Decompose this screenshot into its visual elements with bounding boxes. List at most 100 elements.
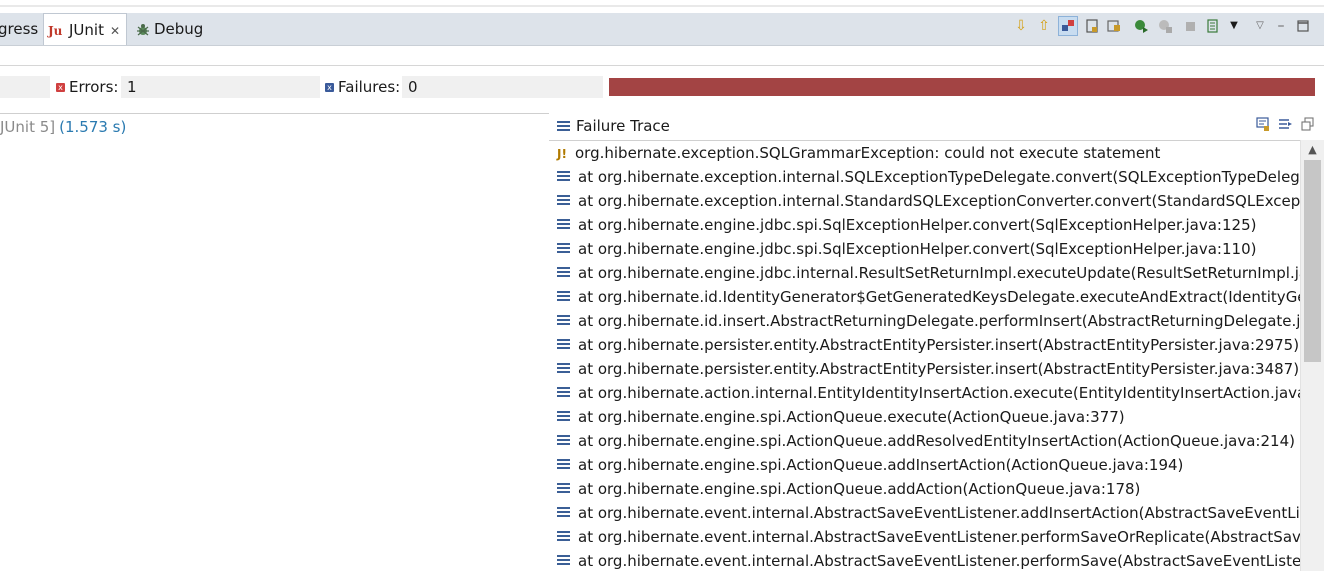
stack-frame-icon bbox=[557, 483, 570, 494]
rerun-icon[interactable] bbox=[1131, 16, 1151, 36]
stack-frame-icon bbox=[557, 507, 570, 518]
stack-frame-icon bbox=[557, 315, 570, 326]
compare-result-icon[interactable] bbox=[1254, 116, 1272, 134]
stack-frame-row[interactable]: at org.hibernate.engine.jdbc.spi.SqlExce… bbox=[549, 237, 1256, 261]
minimize-icon[interactable]: – bbox=[1271, 16, 1291, 36]
tab-junit-label: JUnit bbox=[69, 21, 104, 39]
failure-trace-list[interactable]: J! org.hibernate.exception.SQLGrammarExce… bbox=[549, 140, 1300, 572]
stack-frame-row[interactable]: at org.hibernate.event.internal.Abstract… bbox=[549, 525, 1300, 549]
tab-progress-label: gress bbox=[0, 20, 39, 38]
stack-frame-text: at org.hibernate.persister.entity.Abstra… bbox=[578, 360, 1300, 378]
stack-frame-row[interactable]: at org.hibernate.engine.spi.ActionQueue.… bbox=[549, 453, 1183, 477]
test-run-time: (1.573 s) bbox=[59, 118, 127, 136]
errors-count: 1 bbox=[121, 76, 320, 98]
tab-progress[interactable]: gress bbox=[0, 13, 38, 45]
stack-frame-icon bbox=[557, 171, 570, 182]
vertical-scrollbar[interactable]: ▲ bbox=[1300, 140, 1324, 571]
exception-icon: J! bbox=[557, 146, 567, 161]
top-divider bbox=[0, 5, 1324, 7]
tab-debug-label: Debug bbox=[154, 20, 204, 38]
stack-frame-text: at org.hibernate.id.insert.AbstractRetur… bbox=[578, 312, 1300, 330]
view-tab-strip: gress Ju JUnit ✕ Debug ⇩ ⇧ ▼ ▽ – bbox=[0, 13, 1324, 46]
stack-frame-row[interactable]: at org.hibernate.persister.entity.Abstra… bbox=[549, 357, 1299, 381]
stack-frame-row[interactable]: at org.hibernate.event.internal.Abstract… bbox=[549, 501, 1300, 525]
stack-frame-row[interactable]: at org.hibernate.engine.jdbc.spi.SqlExce… bbox=[549, 213, 1256, 237]
stack-frame-icon bbox=[557, 339, 570, 350]
stack-frame-icon bbox=[557, 555, 570, 566]
stack-frame-icon bbox=[557, 243, 570, 254]
stack-frame-icon bbox=[557, 387, 570, 398]
test-counters: x Errors: 1 x Failures: 0 bbox=[0, 76, 1324, 98]
maximize-icon[interactable] bbox=[1293, 16, 1313, 36]
stack-frame-icon bbox=[557, 459, 570, 470]
stack-frame-row[interactable]: at org.hibernate.action.internal.EntityI… bbox=[549, 381, 1300, 405]
stack-frame-row[interactable]: at org.hibernate.id.IdentityGenerator$Ge… bbox=[549, 285, 1300, 309]
stack-frame-text: at org.hibernate.event.internal.Abstract… bbox=[578, 552, 1300, 570]
test-run-name: JUnit 5] bbox=[0, 118, 56, 136]
stack-frame-row[interactable]: at org.hibernate.engine.spi.ActionQueue.… bbox=[549, 405, 1125, 429]
previous-failure-icon[interactable]: ⇧ bbox=[1034, 16, 1054, 36]
tab-junit[interactable]: Ju JUnit ✕ bbox=[43, 13, 127, 45]
chevron-down-icon[interactable]: ▼ bbox=[1224, 16, 1244, 36]
stack-frame-icon bbox=[557, 291, 570, 302]
stop-icon[interactable] bbox=[1180, 16, 1200, 36]
stack-frame-row[interactable]: at org.hibernate.exception.internal.SQLE… bbox=[549, 165, 1300, 189]
stack-frame-text: at org.hibernate.engine.jdbc.spi.SqlExce… bbox=[578, 216, 1257, 234]
stack-frame-text: at org.hibernate.persister.entity.Abstra… bbox=[578, 336, 1300, 354]
test-tree-root[interactable]: JUnit 5] (1.573 s) bbox=[0, 116, 126, 138]
view-menu-icon[interactable]: ▽ bbox=[1250, 16, 1270, 36]
scroll-up-icon[interactable]: ▲ bbox=[1301, 140, 1324, 160]
failure-trace-title: Failure Trace bbox=[576, 117, 670, 135]
filter-stack-icon[interactable] bbox=[1276, 116, 1294, 134]
show-failures-only-icon[interactable] bbox=[1058, 16, 1078, 36]
exception-row[interactable]: J! org.hibernate.exception.SQLGrammarExce… bbox=[549, 141, 1160, 165]
stack-frame-icon bbox=[557, 267, 570, 278]
stack-frame-icon bbox=[557, 531, 570, 542]
rerun-failed-first-icon[interactable] bbox=[1155, 16, 1175, 36]
bug-icon bbox=[137, 23, 149, 35]
pane-divider bbox=[0, 113, 549, 114]
scroll-thumb[interactable] bbox=[1304, 160, 1321, 362]
stack-frame-row[interactable]: at org.hibernate.event.internal.Abstract… bbox=[549, 549, 1300, 572]
stack-frame-text: at org.hibernate.engine.jdbc.internal.Re… bbox=[578, 264, 1300, 282]
failure-trace-header: Failure Trace bbox=[555, 114, 1324, 138]
stack-frame-row[interactable]: at org.hibernate.engine.spi.ActionQueue.… bbox=[549, 429, 1295, 453]
copy-trace-icon[interactable] bbox=[1299, 116, 1317, 134]
tab-debug[interactable]: Debug bbox=[131, 13, 203, 45]
progress-bar bbox=[609, 78, 1315, 96]
stack-trace-icon bbox=[557, 118, 571, 132]
stack-frame-text: at org.hibernate.event.internal.Abstract… bbox=[578, 528, 1300, 546]
stack-frame-text: at org.hibernate.engine.jdbc.spi.SqlExce… bbox=[578, 240, 1257, 258]
stack-frame-text: at org.hibernate.action.internal.EntityI… bbox=[578, 384, 1300, 402]
stack-frame-icon bbox=[557, 411, 570, 422]
failure-icon: x bbox=[325, 83, 334, 92]
stack-frame-text: at org.hibernate.exception.internal.SQLE… bbox=[578, 168, 1300, 186]
exception-text: org.hibernate.exception.SQLGrammarExcept… bbox=[575, 144, 1161, 162]
stack-frame-text: at org.hibernate.engine.spi.ActionQueue.… bbox=[578, 432, 1295, 450]
stack-frame-text: at org.hibernate.engine.spi.ActionQueue.… bbox=[578, 480, 1141, 498]
close-icon[interactable]: ✕ bbox=[110, 15, 120, 47]
stack-frame-row[interactable]: at org.hibernate.id.insert.AbstractRetur… bbox=[549, 309, 1300, 333]
junit-icon: Ju bbox=[48, 23, 63, 38]
stack-frame-icon bbox=[557, 363, 570, 374]
stack-frame-text: at org.hibernate.event.internal.Abstract… bbox=[578, 504, 1300, 522]
error-icon: x bbox=[56, 83, 65, 92]
failures-count: 0 bbox=[402, 76, 603, 98]
stack-frame-text: at org.hibernate.engine.spi.ActionQueue.… bbox=[578, 408, 1125, 426]
stack-frame-icon bbox=[557, 435, 570, 446]
stack-frame-row[interactable]: at org.hibernate.engine.jdbc.internal.Re… bbox=[549, 261, 1300, 285]
runs-value-box bbox=[0, 76, 50, 98]
show-skipped-icon[interactable] bbox=[1104, 16, 1124, 36]
next-failure-icon[interactable]: ⇩ bbox=[1011, 16, 1031, 36]
history-icon[interactable] bbox=[1203, 16, 1223, 36]
stack-frame-row[interactable]: at org.hibernate.exception.internal.Stan… bbox=[549, 189, 1300, 213]
stack-frame-row[interactable]: at org.hibernate.persister.entity.Abstra… bbox=[549, 333, 1299, 357]
stack-frame-text: at org.hibernate.exception.internal.Stan… bbox=[578, 192, 1300, 210]
top-band bbox=[0, 0, 1324, 11]
stack-frame-row[interactable]: at org.hibernate.engine.spi.ActionQueue.… bbox=[549, 477, 1140, 501]
stack-frame-icon bbox=[557, 219, 570, 230]
scroll-lock-icon[interactable] bbox=[1082, 16, 1102, 36]
failures-label: x Failures: bbox=[325, 76, 400, 98]
errors-label: x Errors: bbox=[56, 76, 118, 98]
stack-frame-text: at org.hibernate.engine.spi.ActionQueue.… bbox=[578, 456, 1184, 474]
